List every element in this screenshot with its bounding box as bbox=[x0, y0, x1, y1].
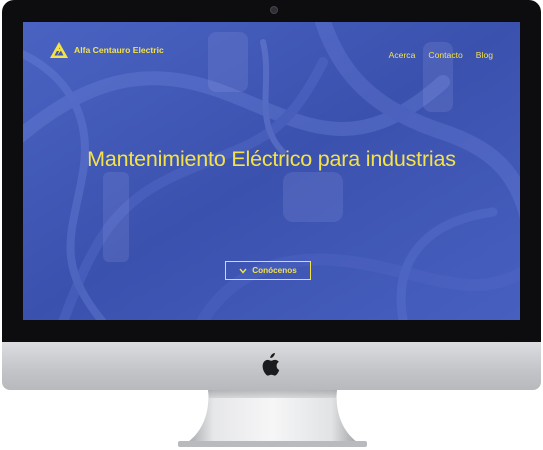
chevron-down-icon bbox=[239, 268, 247, 274]
hero-title: Mantenimiento Eléctrico para industrias bbox=[87, 147, 456, 171]
nav-link-blog[interactable]: Blog bbox=[476, 50, 493, 60]
monitor-stand bbox=[178, 390, 367, 447]
nav-link-acerca[interactable]: Acerca bbox=[389, 50, 416, 60]
alfa-centauro-logo-icon bbox=[50, 42, 68, 58]
nav-link-contacto[interactable]: Contacto bbox=[428, 50, 462, 60]
brand-name: Alfa Centauro Electric bbox=[74, 45, 164, 55]
imac-mockup: Alfa Centauro Electric Acerca Contacto B… bbox=[0, 0, 543, 450]
website-screen: Alfa Centauro Electric Acerca Contacto B… bbox=[23, 22, 520, 320]
brand-logo[interactable]: Alfa Centauro Electric bbox=[49, 41, 164, 59]
conocenos-button-label: Conócenos bbox=[252, 266, 297, 275]
conocenos-button[interactable]: Conócenos bbox=[225, 261, 311, 280]
nav-links: Acerca Contacto Blog bbox=[389, 50, 493, 60]
camera-icon bbox=[270, 6, 278, 14]
apple-icon bbox=[262, 353, 280, 376]
navbar: Alfa Centauro Electric Acerca Contacto B… bbox=[23, 22, 520, 66]
